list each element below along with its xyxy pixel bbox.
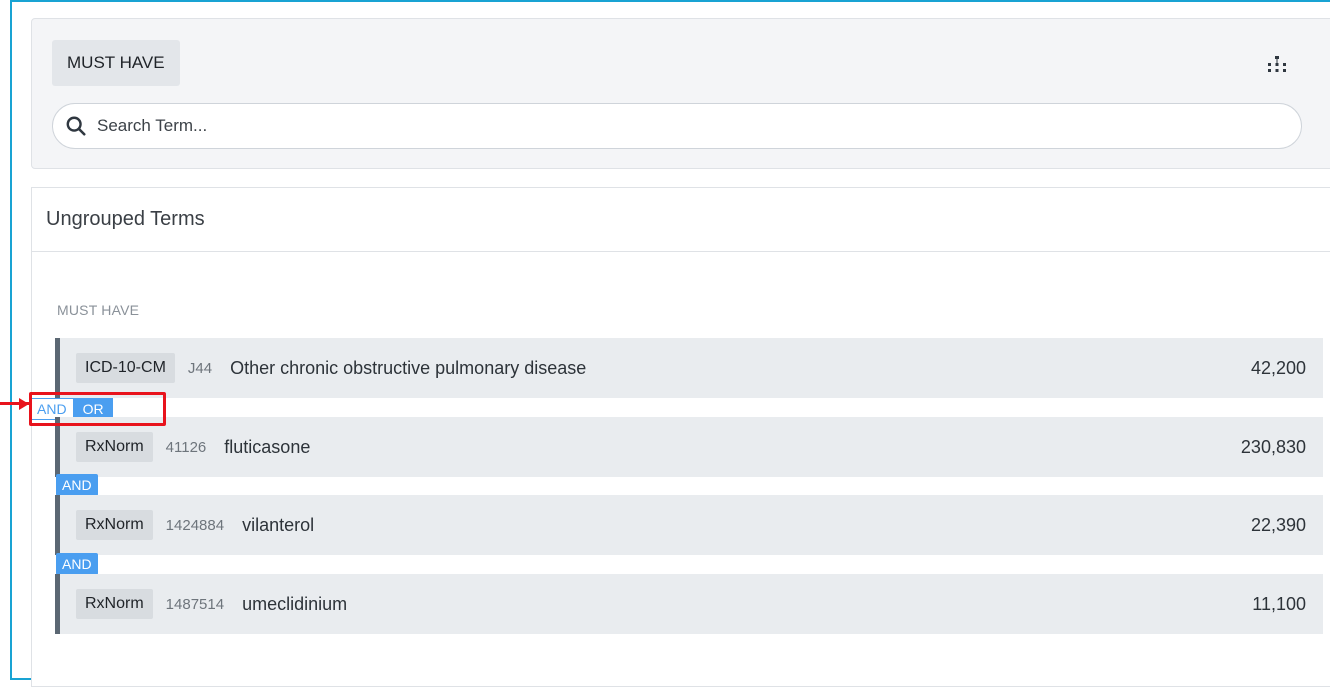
- term-code: J44: [187, 359, 213, 377]
- vocab-badge: RxNorm: [76, 510, 153, 540]
- annotation-arrow-icon: [19, 398, 29, 410]
- term-count: 22,390: [1250, 514, 1306, 535]
- vocab-badge: RxNorm: [76, 589, 153, 619]
- must-have-button[interactable]: MUST HAVE: [52, 40, 180, 86]
- search-input-wrapper[interactable]: [52, 103, 1302, 149]
- search-input[interactable]: [95, 115, 1249, 137]
- term-row[interactable]: RxNorm 1424884 vilanterol 22,390: [55, 495, 1323, 555]
- tree-hierarchy-icon[interactable]: [1265, 53, 1289, 77]
- term-count: 11,100: [1252, 593, 1306, 614]
- annotation-highlight-box: [29, 392, 166, 426]
- and-operator[interactable]: AND: [56, 553, 98, 575]
- term-code: 1424884: [165, 516, 225, 534]
- term-name: vilanterol: [242, 514, 315, 535]
- term-count: 42,200: [1250, 357, 1306, 378]
- section-label-must-have: MUST HAVE: [57, 302, 140, 318]
- term-name: umeclidinium: [242, 593, 348, 614]
- term-name: Other chronic obstructive pulmonary dise…: [230, 357, 587, 378]
- vocab-badge: ICD-10-CM: [76, 353, 175, 383]
- term-count: 230,830: [1240, 436, 1306, 457]
- search-panel: MUST HAVE: [31, 18, 1330, 169]
- term-row[interactable]: RxNorm 41126 fluticasone 230,830: [55, 417, 1323, 477]
- vocab-badge: RxNorm: [76, 432, 153, 462]
- term-code: 1487514: [165, 595, 225, 613]
- and-operator[interactable]: AND: [56, 474, 98, 496]
- ungrouped-terms-header: Ungrouped Terms: [32, 188, 1330, 252]
- term-name: fluticasone: [224, 436, 311, 457]
- term-code: 41126: [165, 438, 207, 456]
- search-icon: [66, 116, 86, 136]
- term-row[interactable]: ICD-10-CM J44 Other chronic obstructive …: [55, 338, 1323, 398]
- term-row[interactable]: RxNorm 1487514 umeclidinium 11,100: [55, 574, 1323, 634]
